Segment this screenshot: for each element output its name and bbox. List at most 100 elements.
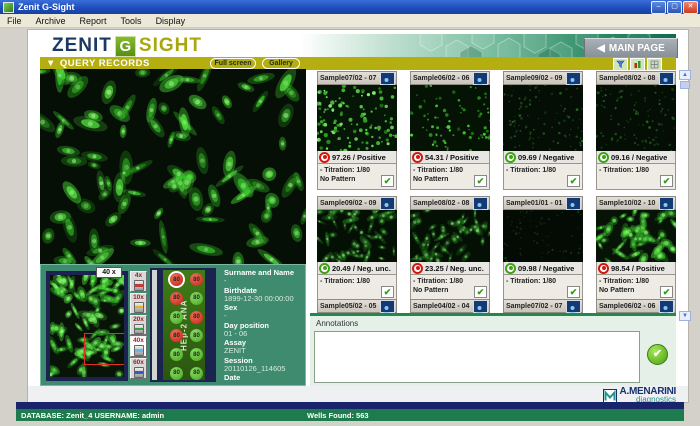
well-12[interactable]: 80 bbox=[190, 367, 203, 380]
titration-label: - Titration: 1/80 bbox=[506, 277, 582, 286]
patient-icon[interactable] bbox=[380, 300, 395, 313]
zoom-button-4x[interactable]: 4x bbox=[130, 271, 147, 292]
well-10[interactable]: 80 bbox=[190, 348, 203, 361]
zoom-button-60x[interactable]: 60x bbox=[130, 358, 147, 379]
patient-icon[interactable] bbox=[566, 300, 581, 313]
confirm-annotations-button[interactable]: ✔ bbox=[647, 344, 668, 365]
patient-icon[interactable] bbox=[659, 197, 674, 210]
menu-display[interactable]: Display bbox=[149, 16, 193, 26]
confirm-checkbox[interactable]: ✔ bbox=[660, 175, 673, 187]
sample-thumbnail[interactable] bbox=[317, 85, 397, 151]
sample-thumbnail[interactable] bbox=[410, 210, 490, 262]
menu-tools[interactable]: Tools bbox=[114, 16, 149, 26]
confirm-checkbox[interactable]: ✔ bbox=[381, 175, 394, 187]
well-grid: 80 80 80 80 80 80 80 80 80 80 80 80 bbox=[170, 273, 203, 380]
sample-result-bar: 20.49 / Neg. unc. bbox=[317, 262, 397, 275]
navigator-selection-rect[interactable] bbox=[84, 333, 126, 365]
titration-label: - Titration: 1/80 bbox=[599, 166, 675, 175]
sample-thumbnail[interactable] bbox=[503, 210, 583, 262]
patient-icon[interactable] bbox=[380, 72, 395, 85]
scrollbar-thumb[interactable] bbox=[680, 81, 690, 89]
confirm-checkbox[interactable]: ✔ bbox=[381, 286, 394, 298]
status-icon bbox=[319, 263, 330, 274]
confirm-checkbox[interactable]: ✔ bbox=[474, 175, 487, 187]
sample-name: Sample06/02 - 06 bbox=[413, 75, 469, 82]
minimize-button[interactable]: – bbox=[651, 1, 666, 14]
sample-row-3: Sample05/02 - 05 Sample04/02 - 04 Sample… bbox=[317, 299, 676, 313]
patient-icon[interactable] bbox=[473, 300, 488, 313]
patient-icon[interactable] bbox=[473, 197, 488, 210]
patient-icon[interactable] bbox=[659, 72, 674, 85]
sample-card-header: Sample08/02 - 08 bbox=[410, 196, 490, 210]
well-4[interactable]: 80 bbox=[190, 292, 203, 305]
sample-name: Sample09/02 - 09 bbox=[320, 200, 376, 207]
close-button[interactable]: ✕ bbox=[683, 1, 698, 14]
sample-row-2: Sample09/02 - 09 20.49 / Neg. unc. - Tit… bbox=[317, 196, 676, 301]
sample-card-header: Sample07/02 - 07 bbox=[317, 71, 397, 85]
status-icon bbox=[505, 152, 516, 163]
well-11[interactable]: 80 bbox=[170, 367, 183, 380]
maximize-button[interactable]: ▢ bbox=[667, 1, 682, 14]
chart-icon[interactable] bbox=[630, 58, 645, 71]
sample-thumbnail[interactable] bbox=[317, 210, 397, 262]
sample-name: Sample06/02 - 06 bbox=[599, 303, 655, 310]
field-value: 1899-12-30 00:00:00 bbox=[224, 295, 302, 303]
well-1[interactable]: 80 bbox=[170, 273, 183, 286]
well-3[interactable]: 80 bbox=[170, 292, 183, 305]
patient-icon[interactable] bbox=[380, 197, 395, 210]
sample-card: Sample01/01 - 01 09.98 / Negative - Titr… bbox=[503, 196, 583, 301]
patient-icon[interactable] bbox=[473, 72, 488, 85]
sample-name: Sample01/01 - 01 bbox=[506, 200, 562, 207]
well-9[interactable]: 80 bbox=[170, 348, 183, 361]
logo-g-icon: G bbox=[115, 36, 136, 57]
app-window: { "window": { "title": "Zenit G-Sight", … bbox=[0, 0, 700, 426]
sample-thumbnail[interactable] bbox=[596, 85, 676, 151]
well-8[interactable]: 80 bbox=[190, 329, 203, 342]
confirm-checkbox[interactable]: ✔ bbox=[660, 286, 673, 298]
patient-icon[interactable] bbox=[566, 197, 581, 210]
grid-icon[interactable] bbox=[647, 58, 662, 71]
confirm-checkbox[interactable]: ✔ bbox=[474, 286, 487, 298]
well-2[interactable]: 80 bbox=[190, 273, 203, 286]
sample-thumbnail[interactable] bbox=[503, 85, 583, 151]
well-5[interactable]: 80 bbox=[170, 311, 183, 324]
objective-icon bbox=[134, 280, 144, 291]
scroll-up-icon[interactable]: ▲ bbox=[679, 70, 691, 80]
filter-icon[interactable] bbox=[613, 58, 628, 71]
annotations-input[interactable] bbox=[314, 331, 640, 383]
annotations-panel: Annotations ✔ bbox=[310, 313, 676, 386]
zoom-button-10x[interactable]: 10x bbox=[130, 293, 147, 314]
scroll-down-icon[interactable]: ▼ bbox=[679, 311, 691, 321]
navigator-thumbnail[interactable] bbox=[46, 271, 128, 381]
well-7[interactable]: 80 bbox=[170, 329, 183, 342]
zoom-button-40x[interactable]: 40x bbox=[130, 336, 147, 357]
confirm-checkbox[interactable]: ✔ bbox=[567, 286, 580, 298]
zoom-button-20x[interactable]: 20x bbox=[130, 315, 147, 336]
menu-archive[interactable]: Archive bbox=[29, 16, 73, 26]
sample-result-bar: 97.26 / Positive bbox=[317, 151, 397, 164]
menu-file[interactable]: File bbox=[0, 16, 29, 26]
sample-thumbnail[interactable] bbox=[596, 210, 676, 262]
sample-name: Sample07/02 - 07 bbox=[506, 303, 562, 310]
menu-report[interactable]: Report bbox=[73, 16, 114, 26]
patient-icon[interactable] bbox=[659, 300, 674, 313]
sample-card-header: Sample05/02 - 05 bbox=[317, 299, 397, 313]
sample-result: 54.31 / Positive bbox=[425, 153, 479, 162]
sample-thumbnail[interactable] bbox=[410, 85, 490, 151]
sample-card-header: Sample08/02 - 08 bbox=[596, 71, 676, 85]
patient-icon[interactable] bbox=[566, 72, 581, 85]
full-screen-button[interactable]: Full screen bbox=[210, 58, 256, 69]
gallery-button[interactable]: Gallery bbox=[262, 58, 300, 69]
sample-info: - Titration: 1/80 No Pattern ✔ bbox=[410, 164, 490, 190]
logo-zenit: ZENIT bbox=[52, 35, 112, 57]
specimen-image[interactable] bbox=[40, 69, 306, 264]
titration-label: - Titration: 1/80 bbox=[599, 277, 675, 286]
field-value: ZENIT bbox=[224, 347, 302, 355]
well-6[interactable]: 80 bbox=[190, 311, 203, 324]
titration-label: - Titration: 1/80 bbox=[506, 166, 582, 175]
magnification-label: 40 x bbox=[96, 267, 122, 278]
confirm-checkbox[interactable]: ✔ bbox=[567, 175, 580, 187]
sample-info: - Titration: 1/80 ✔ bbox=[317, 275, 397, 301]
main-page-button[interactable]: ◀ MAIN PAGE bbox=[584, 38, 678, 58]
status-bar: DATABASE: Zenit_4 USERNAME: admin Wells … bbox=[16, 409, 684, 421]
